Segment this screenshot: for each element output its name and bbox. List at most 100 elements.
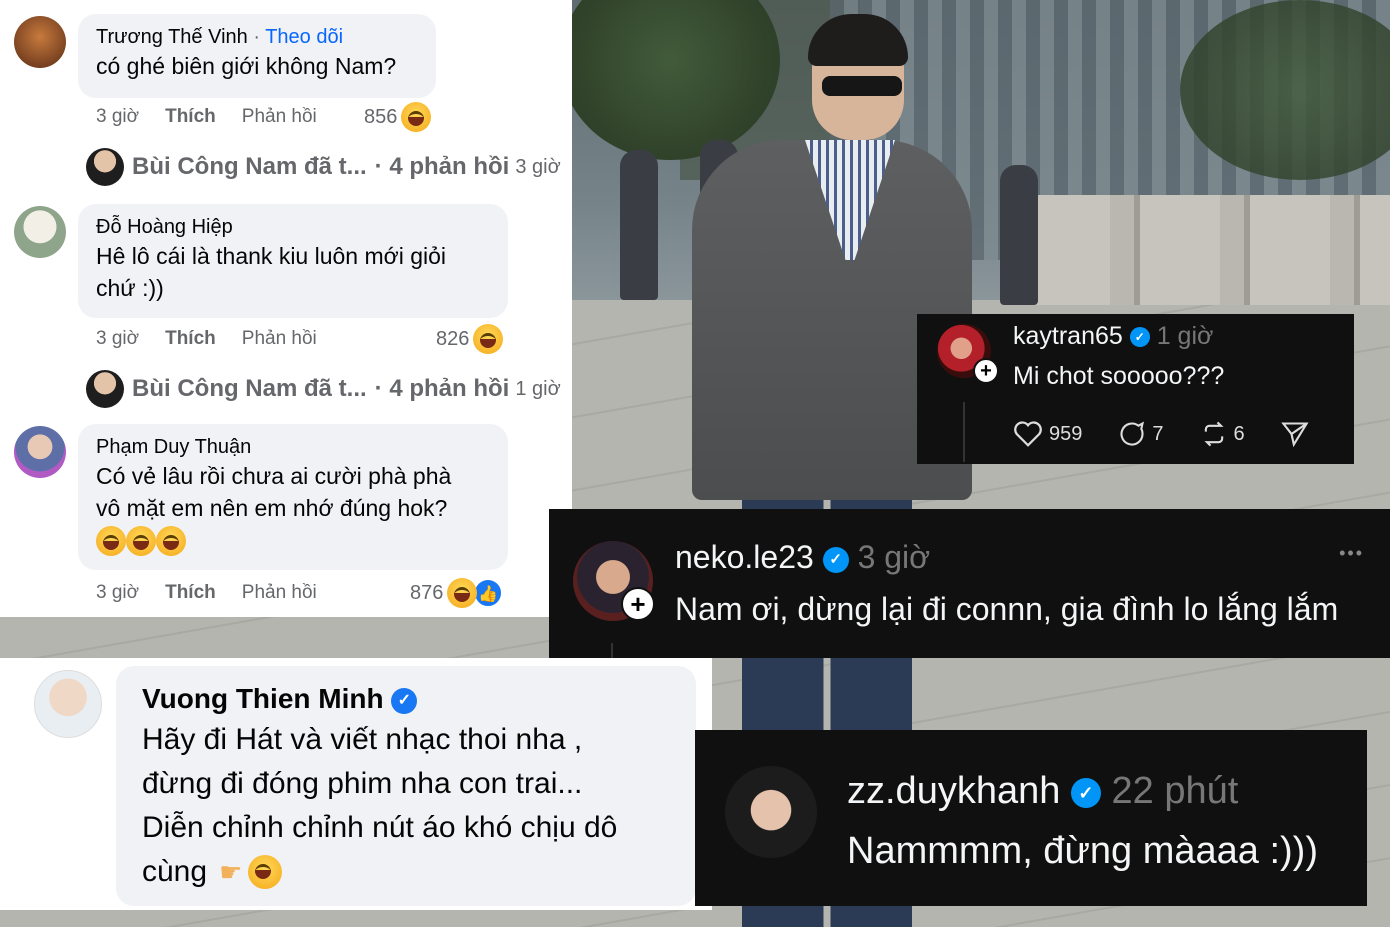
background-pedestrian [620,150,658,300]
more-options-button[interactable]: ••• [1339,543,1364,564]
threads-time: 1 giờ [1156,322,1214,350]
like-button[interactable]: Thích [165,582,216,604]
avatar[interactable] [725,766,817,858]
comment-author[interactable]: Đỗ Hoàng Hiệp [96,214,490,240]
thread-line [611,643,613,658]
haha-emoji-icon [156,526,186,556]
threads-text: Nammmm, đừng màaaa :))) [847,830,1318,872]
comment-actions: 3 giờ Thích Phản hồi [96,328,317,350]
threads-header: zz.duykhanh ✓ 22 phút [847,770,1238,813]
verified-badge-icon: ✓ [1129,327,1150,348]
haha-emoji-icon [447,578,478,608]
comment-text: có ghé biên giới không Nam? [96,53,397,79]
like-button[interactable]: 959 [1013,420,1082,448]
replies-time: 1 giờ [515,377,561,400]
comment-text: chứ :)) [96,275,164,301]
follow-plus-icon[interactable]: + [973,358,999,384]
replies-count: · 4 phản hồi [374,375,510,402]
comment-text: đừng đi đóng phim nha con trai... [142,767,583,800]
comment-time[interactable]: 3 giờ [96,328,139,350]
threads-comment-card: + kaytran65 ✓ 1 giờ Mi chot sooooo??? 95… [917,314,1354,464]
emoji-row [96,526,490,556]
thread-line [963,402,965,462]
threads-time: 3 giờ [857,539,931,575]
reaction-count: 876 [410,581,444,604]
threads-header: neko.le23 ✓ 3 giờ [675,539,930,576]
comment-author[interactable]: Trương Thế Vinh [96,26,248,48]
comment-icon [1120,421,1145,446]
worried-face-icon [248,855,283,889]
repost-button[interactable]: 6 [1200,420,1245,448]
comment-text: Diễn chỉnh chỉnh nút áo khó chịu dô [142,811,618,844]
comment-time[interactable]: 3 giờ [96,582,139,604]
avatar [86,148,124,186]
reaction-count: 856 [364,105,398,128]
facebook-featured-comment-panel: Vuong Thien Minh ✓ Hãy đi Hát và viết nh… [0,658,712,910]
repost-icon [1203,421,1224,447]
avatar[interactable] [14,206,66,258]
follow-plus-icon[interactable]: + [621,587,655,621]
reply-count: 7 [1152,422,1164,445]
background-stone-railing [1000,195,1390,305]
threads-text: Mi chot sooooo??? [1013,362,1225,390]
view-replies-row[interactable]: Bùi Công Nam đã t... · 4 phản hồi 3 giờ [86,148,561,186]
comment-text: vô mặt em nên em nhớ đúng hok? [96,495,448,521]
replies-count: · 4 phản hồi [374,153,510,180]
view-replies-row[interactable]: Bùi Công Nam đã t... · 4 phản hồi 1 giờ [86,370,561,408]
comment-actions: 3 giờ Thích Phản hồi [96,106,317,128]
pointing-hand-icon: ☛ [219,857,243,887]
comment-actions: 3 giờ Thích Phản hồi [96,582,317,604]
comment-bubble: Phạm Duy Thuận Có vẻ lâu rồi chưa ai cườ… [78,424,508,570]
follow-link[interactable]: Theo dõi [265,26,343,48]
reply-button[interactable]: 7 [1118,420,1164,448]
replies-time: 3 giờ [515,155,561,178]
send-icon [1280,422,1309,448]
haha-emoji-icon [96,526,126,556]
threads-username[interactable]: kaytran65 [1013,322,1123,350]
threads-username[interactable]: neko.le23 [675,539,814,575]
comment-author[interactable]: Phạm Duy Thuận [96,434,490,460]
threads-text: Nam ơi, dừng lại đi connn, gia đình lo l… [675,591,1339,627]
comment-text: Hê lô cái là thank kiu luôn mới giỏi [96,243,447,269]
comment-author[interactable]: Vuong Thien Minh [142,683,384,714]
comment-text: Có vẻ lâu rồi chưa ai cười phà phà [96,463,452,489]
threads-comment-card: zz.duykhanh ✓ 22 phút Nammmm, đừng màaaa… [695,730,1367,906]
comment-bubble: Đỗ Hoàng Hiệp Hê lô cái là thank kiu luô… [78,204,508,318]
haha-emoji-icon [401,102,432,132]
background-pedestrian [1000,165,1038,305]
reply-button[interactable]: Phản hồi [242,582,317,604]
haha-emoji-icon [473,324,504,354]
reaction-summary[interactable]: 876 👍 [410,578,504,608]
verified-badge-icon: ✓ [391,687,418,714]
avatar [86,370,124,408]
reaction-summary[interactable]: 826 [436,324,504,354]
avatar[interactable] [14,16,66,68]
like-reaction-icon: 👍 [473,578,504,608]
comment-bubble: Trương Thế Vinh · Theo dõi có ghé biên g… [78,14,436,98]
repost-count: 6 [1233,422,1245,445]
subject-sunglasses [822,76,902,96]
reaction-count: 826 [436,327,470,350]
like-button[interactable]: Thích [165,328,216,350]
avatar[interactable] [34,670,102,738]
verified-badge-icon: ✓ [1070,777,1101,808]
like-button[interactable]: Thích [165,106,216,128]
comment-text: cùng [142,855,208,888]
reaction-summary[interactable]: 856 [364,102,432,132]
replies-author: Bùi Công Nam đã t... [132,153,367,180]
comment-bubble: Vuong Thien Minh ✓ Hãy đi Hát và viết nh… [116,666,696,906]
comment-time[interactable]: 3 giờ [96,106,139,128]
reply-button[interactable]: Phản hồi [242,328,317,350]
threads-time: 22 phút [1111,770,1239,812]
verified-badge-icon: ✓ [822,546,849,573]
facebook-comments-panel: Trương Thế Vinh · Theo dõi có ghé biên g… [0,0,572,617]
avatar[interactable] [14,426,66,478]
haha-emoji-icon [126,526,156,556]
like-count: 959 [1049,422,1083,445]
heart-icon [1014,421,1042,447]
reply-button[interactable]: Phản hồi [242,106,317,128]
threads-header: kaytran65 ✓ 1 giờ [1013,322,1213,351]
threads-actions: 959 7 6 [1013,420,1351,448]
threads-username[interactable]: zz.duykhanh [847,770,1060,812]
share-button[interactable] [1280,420,1315,448]
